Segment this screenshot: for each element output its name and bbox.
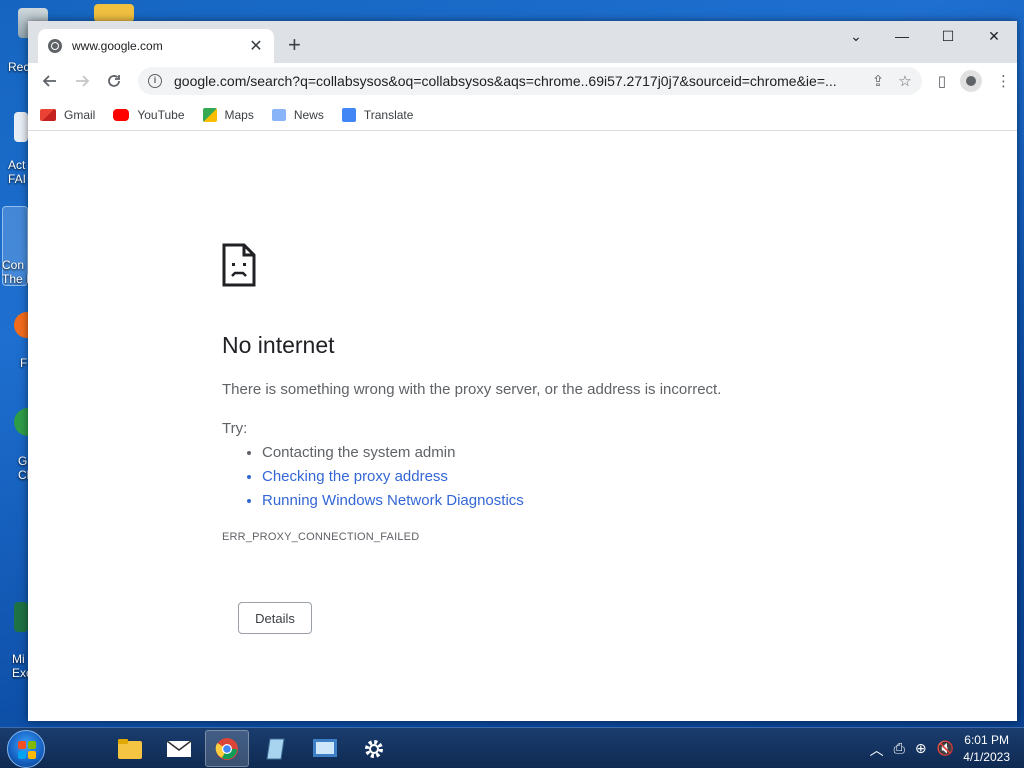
document-icon (14, 112, 28, 142)
firefox-icon (14, 312, 28, 338)
bookmark-youtube[interactable]: YouTube (113, 107, 185, 122)
news-icon (271, 108, 286, 121)
forward-button[interactable] (66, 65, 98, 97)
sad-page-icon (222, 243, 256, 287)
suggestion-network-diagnostics-link[interactable]: Running Windows Network Diagnostics (262, 492, 524, 516)
reload-icon (108, 75, 120, 87)
desktop-icon-label: Rec (8, 60, 30, 74)
maximize-button[interactable]: ☐ (925, 21, 971, 51)
minimize-button[interactable]: — (879, 21, 925, 51)
bookmark-gmail[interactable]: Gmail (40, 108, 95, 122)
desktop-icon-label: Con The I (2, 258, 30, 286)
desktop-icon-label: F (20, 356, 28, 370)
clock-time: 6:01 PM (964, 733, 1009, 747)
bookmark-star-icon[interactable]: ☆ (898, 72, 911, 90)
address-url[interactable]: google.com/search?q=collabsysos&oq=colla… (174, 73, 862, 89)
gear-icon (365, 739, 383, 758)
globe-icon (48, 39, 62, 53)
clock[interactable]: 6:01 PM 4/1/2023 (963, 732, 1010, 766)
suggestion-check-proxy-link[interactable]: Checking the proxy address (262, 468, 524, 492)
translate-icon (341, 107, 356, 122)
bookmark-translate[interactable]: Translate (341, 107, 414, 122)
maps-icon (202, 107, 217, 122)
folder-icon (118, 738, 142, 759)
gmail-icon (40, 108, 56, 121)
tab-strip: www.google.com ✕ + ⌄ — ☐ ✕ (28, 21, 1017, 63)
windows-logo-icon (18, 741, 36, 759)
start-button[interactable] (7, 730, 45, 768)
taskbar-settings[interactable] (352, 730, 396, 767)
folder-icon (94, 4, 134, 22)
error-description: There is something wrong with the proxy … (222, 381, 722, 398)
bookmark-label: News (293, 107, 324, 122)
bookmark-maps[interactable]: Maps (202, 107, 254, 122)
excel-icon (14, 602, 28, 632)
desktop-icon-outlook[interactable] (94, 4, 134, 22)
taskbar-notepad[interactable] (254, 730, 298, 767)
taskbar-explorer[interactable] (108, 730, 152, 767)
taskbar-mail[interactable] (157, 730, 201, 767)
details-button[interactable]: Details (238, 602, 312, 634)
reload-button[interactable] (98, 65, 130, 97)
bookmark-label: Gmail (64, 107, 96, 122)
close-window-button[interactable]: ✕ (971, 21, 1017, 51)
suggestion-contact-admin: Contacting the system admin (262, 444, 524, 468)
chrome-window: www.google.com ✕ + ⌄ — ☐ ✕ i google.com/… (28, 21, 1017, 721)
address-bar[interactable]: i google.com/search?q=collabsysos&oq=col… (138, 67, 922, 95)
side-panel-icon[interactable]: ▯ (938, 72, 946, 90)
bookmark-label: Translate (363, 107, 414, 122)
taskbar-chrome[interactable] (205, 730, 249, 767)
desktop-icon-label: Act FAI (8, 158, 27, 186)
volume-muted-icon[interactable]: 🔇 (937, 740, 954, 760)
bookmarks-bar: Gmail YouTube Maps News Translate (28, 99, 1017, 131)
clock-date: 4/1/2023 (963, 750, 1010, 764)
tab-google[interactable]: www.google.com ✕ (38, 29, 274, 63)
share-icon[interactable]: ⇪ (872, 72, 885, 90)
remote-desktop-icon (313, 738, 337, 757)
taskbar: ︿ ⎙ ⊕ 🔇 6:01 PM 4/1/2023 (0, 727, 1024, 768)
system-tray: ︿ ⎙ ⊕ 🔇 (870, 740, 954, 760)
youtube-icon (113, 108, 130, 121)
back-arrow-icon (42, 75, 56, 87)
tab-title: www.google.com (72, 39, 163, 53)
back-button[interactable] (34, 65, 66, 97)
forward-arrow-icon (76, 75, 90, 87)
suggestion-list: Contacting the system admin Checking the… (262, 444, 524, 516)
new-tab-button[interactable]: + (288, 34, 301, 56)
error-title: No internet (222, 332, 335, 358)
chrome-icon (14, 408, 28, 436)
profile-avatar-icon[interactable] (960, 70, 982, 92)
site-info-icon[interactable]: i (148, 74, 162, 88)
tab-close-icon[interactable]: ✕ (248, 36, 264, 56)
window-controls: ⌄ — ☐ ✕ (833, 21, 1017, 51)
error-code: ERR_PROXY_CONNECTION_FAILED (222, 531, 420, 543)
network-globe-icon[interactable]: ⊕ (915, 740, 927, 760)
bookmark-news[interactable]: News (271, 107, 324, 122)
bookmark-label: Maps (224, 107, 254, 122)
bookmark-label: YouTube (137, 107, 185, 122)
notepad-icon (266, 738, 285, 759)
taskbar-remote-desktop[interactable] (303, 730, 347, 767)
toolbar: i google.com/search?q=collabsysos&oq=col… (28, 63, 1017, 99)
error-page: No internet There is something wrong wit… (28, 131, 1017, 720)
show-hidden-icons-chevron-icon[interactable]: ︿ (870, 740, 884, 760)
try-label: Try: (222, 420, 248, 437)
menu-kebab-icon[interactable]: ⋮ (996, 72, 1011, 90)
mail-icon (166, 739, 192, 757)
chrome-icon (215, 737, 238, 760)
tab-search-icon[interactable]: ⌄ (833, 21, 879, 51)
action-center-icon[interactable]: ⎙ (894, 740, 905, 760)
